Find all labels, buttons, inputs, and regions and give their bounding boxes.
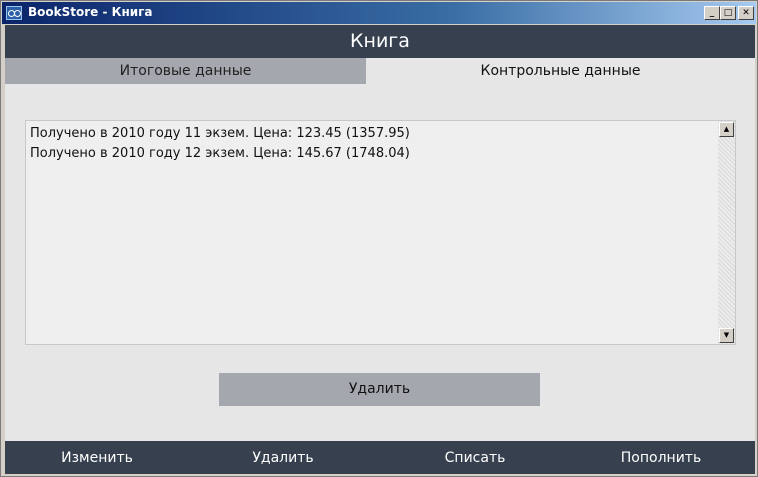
maximize-button[interactable]: □ [720,6,736,20]
tab-summary-data[interactable]: Итоговые данные [5,58,366,84]
tab-bar: Итоговые данные Контрольные данные [5,58,755,84]
page-header: Книга [5,25,755,58]
page-title: Книга [350,30,410,52]
window-title: BookStore - Книга [28,5,153,19]
app-icon [6,6,22,20]
close-button[interactable]: ✕ [738,6,754,20]
records-list[interactable]: Получено в 2010 году 11 экзем. Цена: 123… [25,120,736,345]
footer-toolbar: Изменить Удалить Списать Пополнить [5,441,755,474]
replenish-button[interactable]: Пополнить [586,441,736,474]
list-item[interactable]: Получено в 2010 году 11 экзем. Цена: 123… [30,124,715,144]
scroll-up-icon[interactable]: ▲ [719,122,734,137]
edit-button[interactable]: Изменить [22,441,172,474]
delete-record-button[interactable]: Удалить [219,373,540,406]
tab-control-data[interactable]: Контрольные данные [366,58,755,84]
delete-book-button[interactable]: Удалить [208,441,358,474]
write-off-button[interactable]: Списать [400,441,550,474]
minimize-button[interactable]: _ [704,6,720,20]
app-window: BookStore - Книга _ □ ✕ Книга Итоговые д… [0,0,758,477]
client-area: Книга Итоговые данные Контрольные данные… [5,25,755,474]
title-bar[interactable]: BookStore - Книга _ □ ✕ [2,2,756,24]
list-item[interactable]: Получено в 2010 году 12 экзем. Цена: 145… [30,144,715,164]
scroll-down-icon[interactable]: ▼ [719,328,734,343]
records-list-items: Получено в 2010 году 11 экзем. Цена: 123… [30,124,715,164]
vertical-scrollbar[interactable]: ▲ ▼ [718,121,735,344]
